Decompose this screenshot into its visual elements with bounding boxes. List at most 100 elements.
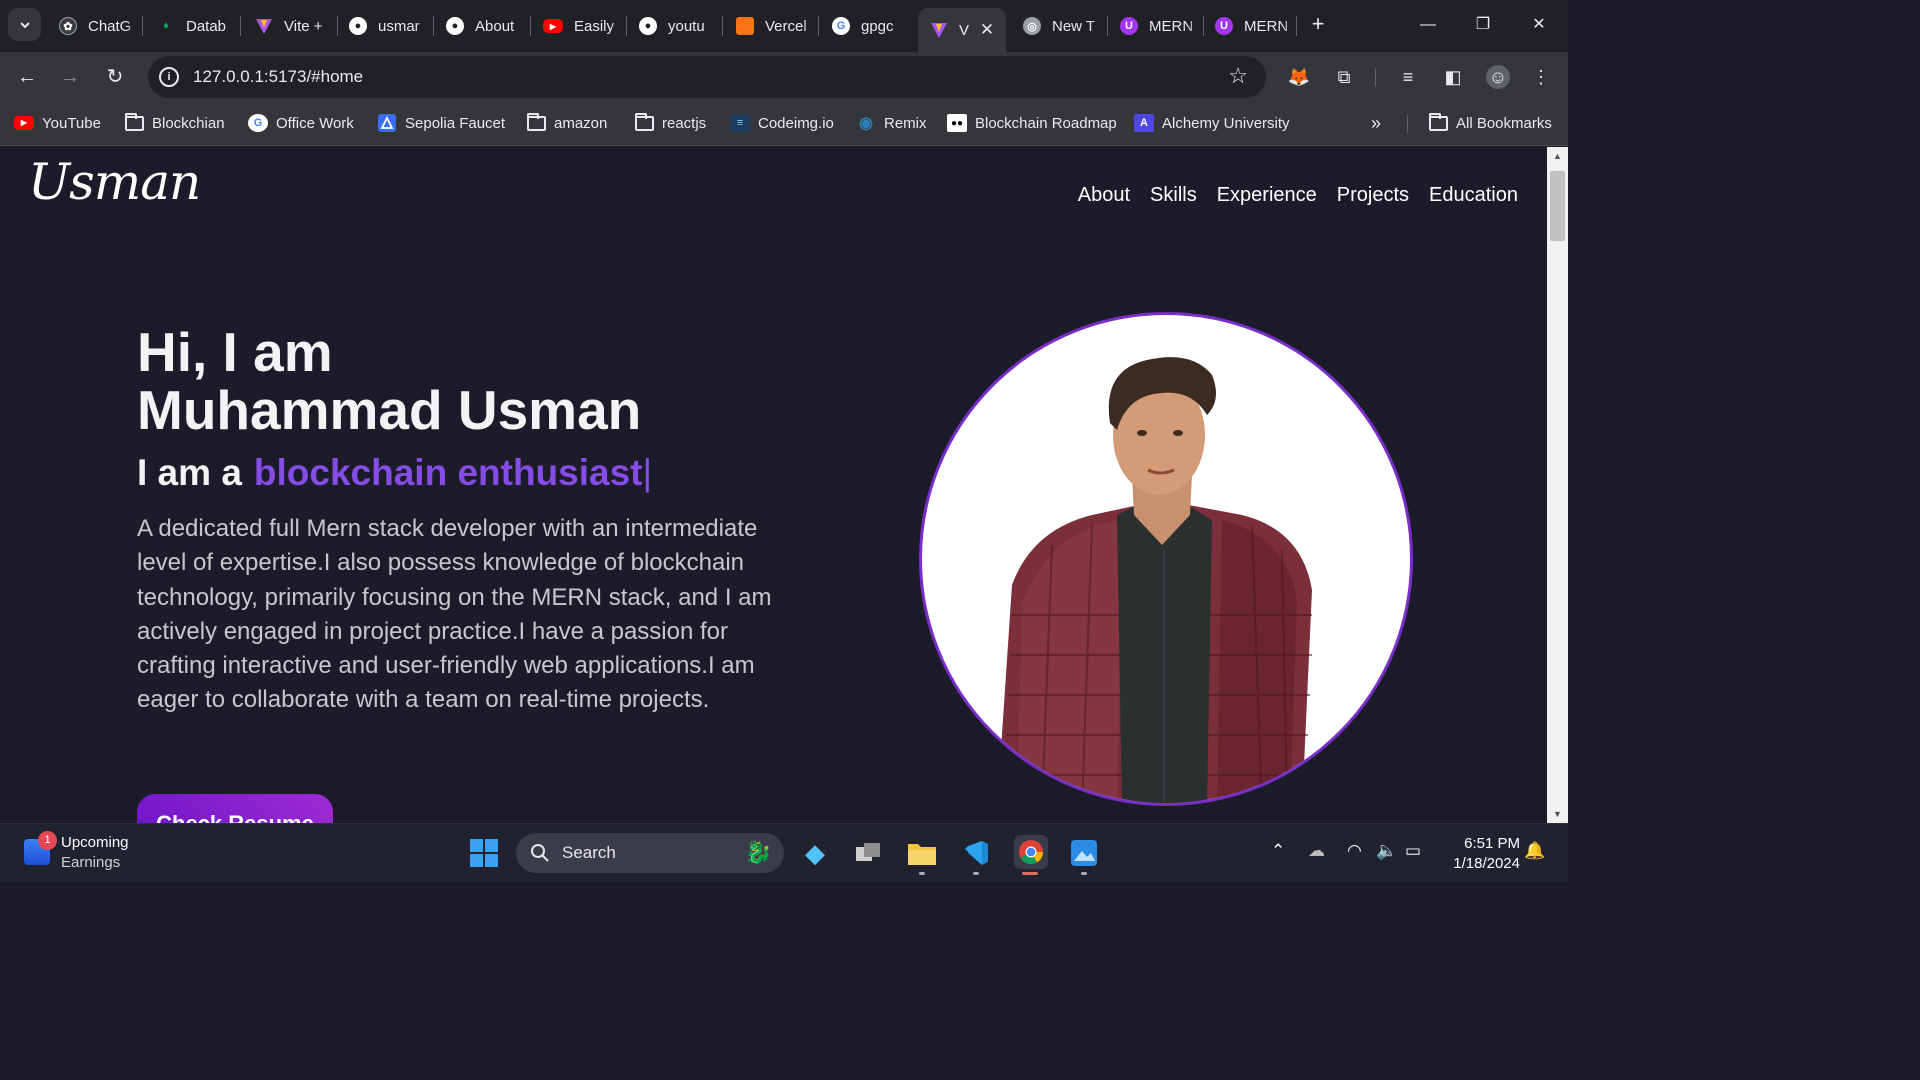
earnings-widget-icon: 1 [24, 831, 57, 865]
tab-strip: ✿ ChatG ♦ Datab Vite + ● usmar ● About ▶… [0, 0, 1568, 52]
page-viewport: Usman About Skills Experience Projects E… [0, 147, 1547, 823]
hero-role-typewriter: blockchain enthusiast [253, 452, 643, 493]
tab-new-tab[interactable]: ◎ New T [1011, 8, 1106, 44]
back-button[interactable]: ← [13, 63, 41, 91]
copilot-icon[interactable]: ◆ [799, 837, 831, 869]
close-window-button[interactable]: ✕ [1524, 10, 1554, 40]
check-resume-button[interactable]: Check Resume [137, 794, 333, 823]
search-icon [531, 844, 549, 862]
forward-button[interactable]: → [56, 63, 84, 91]
hero-name: Muhammad Usman [137, 379, 642, 441]
task-view-icon[interactable] [852, 837, 884, 869]
address-bar[interactable]: i 127.0.0.1:5173/#home ☆ [148, 56, 1266, 98]
widgets-button[interactable]: 1 Upcoming Earnings [24, 831, 129, 873]
tab-github-about[interactable]: ● About [434, 8, 529, 44]
system-clock[interactable]: 6:51 PM 1/18/2024 [1440, 834, 1520, 874]
youtube-icon: ▶ [543, 19, 563, 33]
bookmark-codeimg[interactable]: ≡ Codeimg.io [730, 112, 834, 134]
tab-active-vite[interactable]: V ✕ [918, 8, 1006, 52]
github-icon: ● [349, 17, 367, 35]
profile-photo [919, 312, 1413, 806]
minimize-button[interactable]: ― [1413, 10, 1443, 40]
tab-vercel[interactable]: Vercel [724, 8, 819, 44]
google-icon: G [248, 114, 268, 132]
vite-icon [930, 21, 948, 39]
notification-bell-icon[interactable]: 🔔 [1524, 841, 1545, 861]
url-text[interactable]: 127.0.0.1:5173/#home [193, 67, 363, 87]
hero-role-prefix: I am a [137, 452, 242, 493]
chrome-icon: ◎ [1023, 17, 1041, 35]
chrome-icon[interactable] [1014, 835, 1048, 869]
profile-avatar[interactable]: ☺ [1486, 65, 1510, 89]
file-explorer-icon[interactable] [906, 837, 938, 869]
browser-toolbar: ← → ↻ i 127.0.0.1:5173/#home ☆ 🦊 ⧉ ≡ ◧ ☺… [0, 52, 1568, 102]
close-tab-icon[interactable]: ✕ [978, 20, 996, 40]
scroll-down-arrow-icon[interactable]: ▼ [1547, 809, 1568, 819]
page-scrollbar[interactable]: ▲ ▼ [1547, 147, 1568, 823]
bookmark-star-icon[interactable]: ☆ [1228, 63, 1248, 89]
more-bookmarks-button[interactable]: » [1371, 112, 1381, 134]
reload-button[interactable]: ↻ [101, 63, 129, 91]
github-icon: ● [446, 17, 464, 35]
nav-education[interactable]: Education [1429, 184, 1518, 207]
windows-start-icon[interactable] [468, 837, 500, 869]
onedrive-offline-icon[interactable]: ☁ [1308, 841, 1325, 861]
bookmark-blockchian[interactable]: Blockchian [124, 112, 225, 134]
udemy-icon: U [1120, 17, 1138, 35]
side-panel-icon[interactable]: ◧ [1441, 65, 1465, 89]
folder-icon [124, 112, 144, 132]
tab-search-button[interactable] [8, 8, 41, 41]
tab-vite[interactable]: Vite + [243, 8, 338, 44]
tab-database[interactable]: ♦ Datab [145, 8, 240, 44]
all-bookmarks-button[interactable]: All Bookmarks [1428, 112, 1552, 134]
person-illustration [997, 357, 1312, 803]
tab-youtube[interactable]: ▶ Easily [531, 8, 626, 44]
wifi-icon[interactable]: ◠ [1347, 841, 1362, 861]
nav-skills[interactable]: Skills [1150, 184, 1197, 207]
youtube-icon: ▶ [14, 114, 34, 132]
bookmark-sepolia-faucet[interactable]: Sepolia Faucet [377, 112, 505, 134]
bookmark-amazon[interactable]: amazon [526, 112, 607, 134]
site-logo[interactable]: Usman [28, 153, 201, 211]
bookmark-reactjs[interactable]: reactjs [634, 112, 706, 134]
metamask-icon[interactable]: 🦊 [1287, 65, 1311, 89]
hero-role-line: I am a blockchain enthusiast| [137, 452, 652, 494]
codeimg-icon: ≡ [730, 114, 750, 132]
notification-badge: 1 [38, 831, 57, 850]
show-hidden-icons-chevron-icon[interactable]: ⌃ [1271, 841, 1285, 861]
github-icon: ● [639, 17, 657, 35]
volume-icon[interactable]: 🔈 [1376, 841, 1397, 861]
search-label: Search [562, 843, 616, 862]
scrollbar-thumb[interactable] [1550, 171, 1565, 241]
vscode-icon[interactable] [960, 837, 992, 869]
taskbar-search-box[interactable]: Search 🐉 [516, 833, 784, 873]
nav-projects[interactable]: Projects [1337, 184, 1409, 207]
bookmark-alchemy-university[interactable]: A Alchemy University [1134, 112, 1290, 134]
scroll-up-arrow-icon[interactable]: ▲ [1547, 151, 1568, 161]
nav-about[interactable]: About [1078, 184, 1130, 207]
extensions-icon[interactable]: ⧉ [1332, 65, 1356, 89]
battery-icon[interactable]: ▭ [1405, 841, 1421, 861]
typewriter-caret: | [642, 452, 653, 493]
site-info-icon[interactable]: i [159, 67, 179, 87]
tab-mern-1[interactable]: U MERN [1108, 8, 1203, 44]
tab-github-usman[interactable]: ● usmar [337, 8, 432, 44]
new-tab-button[interactable]: + [1305, 11, 1331, 37]
tab-mern-2[interactable]: U MERN [1203, 8, 1298, 44]
chevron-down-icon [19, 21, 30, 28]
reading-list-icon[interactable]: ≡ [1396, 65, 1420, 89]
tab-chatgpt[interactable]: ✿ ChatG [47, 8, 142, 44]
restore-button[interactable]: ❐ [1468, 10, 1498, 40]
bookmark-office-work[interactable]: G Office Work [248, 112, 354, 134]
photos-icon[interactable] [1068, 837, 1100, 869]
chatgpt-icon: ✿ [59, 17, 77, 35]
bookmark-remix[interactable]: ◉ Remix [856, 112, 927, 134]
tab-google[interactable]: G gpgc [820, 8, 915, 44]
hero-title: Hi, I am Muhammad Usman [137, 323, 641, 439]
nav-experience[interactable]: Experience [1217, 184, 1317, 207]
tab-github-youtube[interactable]: ● youtu [627, 8, 722, 44]
bookmark-blockchain-roadmap[interactable]: ●● Blockchain Roadmap [947, 112, 1117, 134]
menu-icon[interactable]: ⋮ [1529, 65, 1553, 89]
bookmark-youtube[interactable]: ▶ YouTube [14, 112, 101, 134]
dragon-highlight-icon: 🐉 [744, 840, 772, 865]
